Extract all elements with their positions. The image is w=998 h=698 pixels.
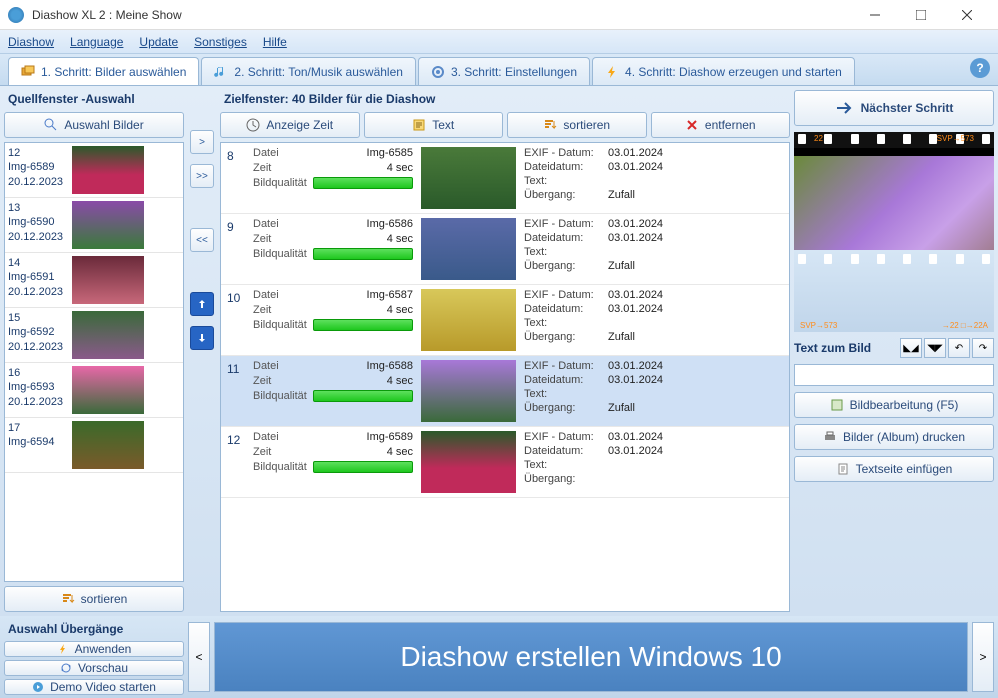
tab-step1[interactable]: 1. Schritt: Bilder auswählen	[8, 57, 199, 85]
thumbnail	[72, 421, 144, 469]
source-item[interactable]: 14Img-659120.12.2023	[5, 253, 183, 308]
quality-bar	[313, 319, 413, 331]
print-icon	[823, 430, 837, 444]
tab-step2[interactable]: 2. Schritt: Ton/Musik auswählen	[201, 57, 416, 85]
banner: Diashow erstellen Windows 10	[214, 622, 968, 692]
thumbnail	[72, 146, 144, 194]
move-up-button[interactable]	[190, 292, 214, 316]
thumbnail	[421, 147, 516, 209]
tabstrip: 1. Schritt: Bilder auswählen 2. Schritt:…	[0, 54, 998, 86]
source-item[interactable]: 17Img-6594	[5, 418, 183, 473]
target-row[interactable]: 9 DateiImg-6586 Zeit4 sec Bildqualität E…	[221, 214, 789, 285]
thumbnail	[421, 218, 516, 280]
text-to-image-label: Text zum Bild	[794, 341, 898, 355]
clock-icon	[246, 118, 260, 132]
menu-language[interactable]: Language	[70, 35, 123, 49]
rotate-left-icon[interactable]: ↶	[948, 338, 970, 358]
quality-bar	[313, 461, 413, 473]
menu-sonstiges[interactable]: Sonstiges	[194, 35, 247, 49]
arrow-right-icon	[835, 100, 855, 116]
quality-bar	[313, 177, 413, 189]
play-icon	[32, 681, 44, 693]
thumbnail	[421, 289, 516, 351]
select-images-button[interactable]: Auswahl Bilder	[4, 112, 184, 138]
thumbnail	[72, 366, 144, 414]
target-list[interactable]: 8 DateiImg-6585 Zeit4 sec Bildqualität E…	[220, 142, 790, 612]
quality-bar	[313, 248, 413, 260]
banner-prev-button[interactable]: <	[188, 622, 210, 692]
tab-step3[interactable]: 3. Schritt: Einstellungen	[418, 57, 590, 85]
target-row[interactable]: 8 DateiImg-6585 Zeit4 sec Bildqualität E…	[221, 143, 789, 214]
maximize-button[interactable]	[898, 0, 944, 30]
remove-button[interactable]: entfernen	[651, 112, 791, 138]
preview-transition-button[interactable]: Vorschau	[4, 660, 184, 676]
transitions-title: Auswahl Übergänge	[4, 620, 184, 638]
text-button[interactable]: Text	[364, 112, 504, 138]
target-sort-button[interactable]: sortieren	[507, 112, 647, 138]
quality-bar	[313, 390, 413, 402]
source-item[interactable]: 12Img-658920.12.2023	[5, 143, 183, 198]
refresh-icon	[60, 662, 72, 674]
help-button[interactable]: ?	[970, 58, 990, 78]
minimize-button[interactable]	[852, 0, 898, 30]
menu-diashow[interactable]: Diashow	[8, 35, 54, 49]
apply-transition-button[interactable]: Anwenden	[4, 641, 184, 657]
move-down-button[interactable]	[190, 326, 214, 350]
window-title: Diashow XL 2 : Meine Show	[32, 8, 852, 22]
demo-video-button[interactable]: Demo Video starten	[4, 679, 184, 695]
close-button[interactable]	[944, 0, 990, 30]
thumbnail	[72, 201, 144, 249]
source-list[interactable]: 12Img-658920.12.202313Img-659020.12.2023…	[4, 142, 184, 582]
banner-next-button[interactable]: >	[972, 622, 994, 692]
image-text-input[interactable]	[794, 364, 994, 386]
source-item[interactable]: 15Img-659220.12.2023	[5, 308, 183, 363]
source-title: Quellfenster -Auswahl	[4, 90, 184, 108]
image-edit-button[interactable]: Bildbearbeitung (F5)	[794, 392, 994, 418]
titlebar: Diashow XL 2 : Meine Show	[0, 0, 998, 30]
search-icon	[44, 118, 58, 132]
thumbnail	[72, 311, 144, 359]
source-item[interactable]: 13Img-659020.12.2023	[5, 198, 183, 253]
remove-all-button[interactable]: <<	[190, 228, 214, 252]
insert-textpage-button[interactable]: Textseite einfügen	[794, 456, 994, 482]
text-icon	[412, 118, 426, 132]
menu-update[interactable]: Update	[139, 35, 178, 49]
target-row[interactable]: 12 DateiImg-6589 Zeit4 sec Bildqualität …	[221, 427, 789, 498]
app-icon	[8, 7, 24, 23]
menubar: Diashow Language Update Sonstiges Hilfe	[0, 30, 998, 54]
source-sort-button[interactable]: sortieren	[4, 586, 184, 612]
flip-v-icon[interactable]: ◥◤	[924, 338, 946, 358]
flip-h-icon[interactable]: ◣◢	[900, 338, 922, 358]
gear-icon	[431, 65, 445, 79]
preview-image: 22 SVP→573 SVP→573 →22 □→22A	[794, 132, 994, 332]
target-title: Zielfenster: 40 Bilder für die Diashow	[220, 90, 790, 108]
thumbnail	[421, 360, 516, 422]
bolt-icon	[605, 65, 619, 79]
page-icon	[836, 462, 850, 476]
edit-icon	[830, 398, 844, 412]
images-icon	[21, 65, 35, 79]
menu-hilfe[interactable]: Hilfe	[263, 35, 287, 49]
add-all-button[interactable]: >>	[190, 164, 214, 188]
delete-icon	[685, 118, 699, 132]
thumbnail	[421, 431, 516, 493]
rotate-right-icon[interactable]: ↷	[972, 338, 994, 358]
target-row[interactable]: 10 DateiImg-6587 Zeit4 sec Bildqualität …	[221, 285, 789, 356]
sort-icon	[61, 592, 75, 606]
display-time-button[interactable]: Anzeige Zeit	[220, 112, 360, 138]
transfer-arrows: > >> <<	[188, 90, 216, 612]
source-item[interactable]: 16Img-659320.12.2023	[5, 363, 183, 418]
bolt-icon	[57, 643, 69, 655]
next-step-button[interactable]: Nächster Schritt	[794, 90, 994, 126]
thumbnail	[72, 256, 144, 304]
add-single-button[interactable]: >	[190, 130, 214, 154]
print-album-button[interactable]: Bilder (Album) drucken	[794, 424, 994, 450]
tab-step4[interactable]: 4. Schritt: Diashow erzeugen und starten	[592, 57, 855, 85]
target-row[interactable]: 11 DateiImg-6588 Zeit4 sec Bildqualität …	[221, 356, 789, 427]
sort-icon	[543, 118, 557, 132]
music-icon	[214, 65, 228, 79]
